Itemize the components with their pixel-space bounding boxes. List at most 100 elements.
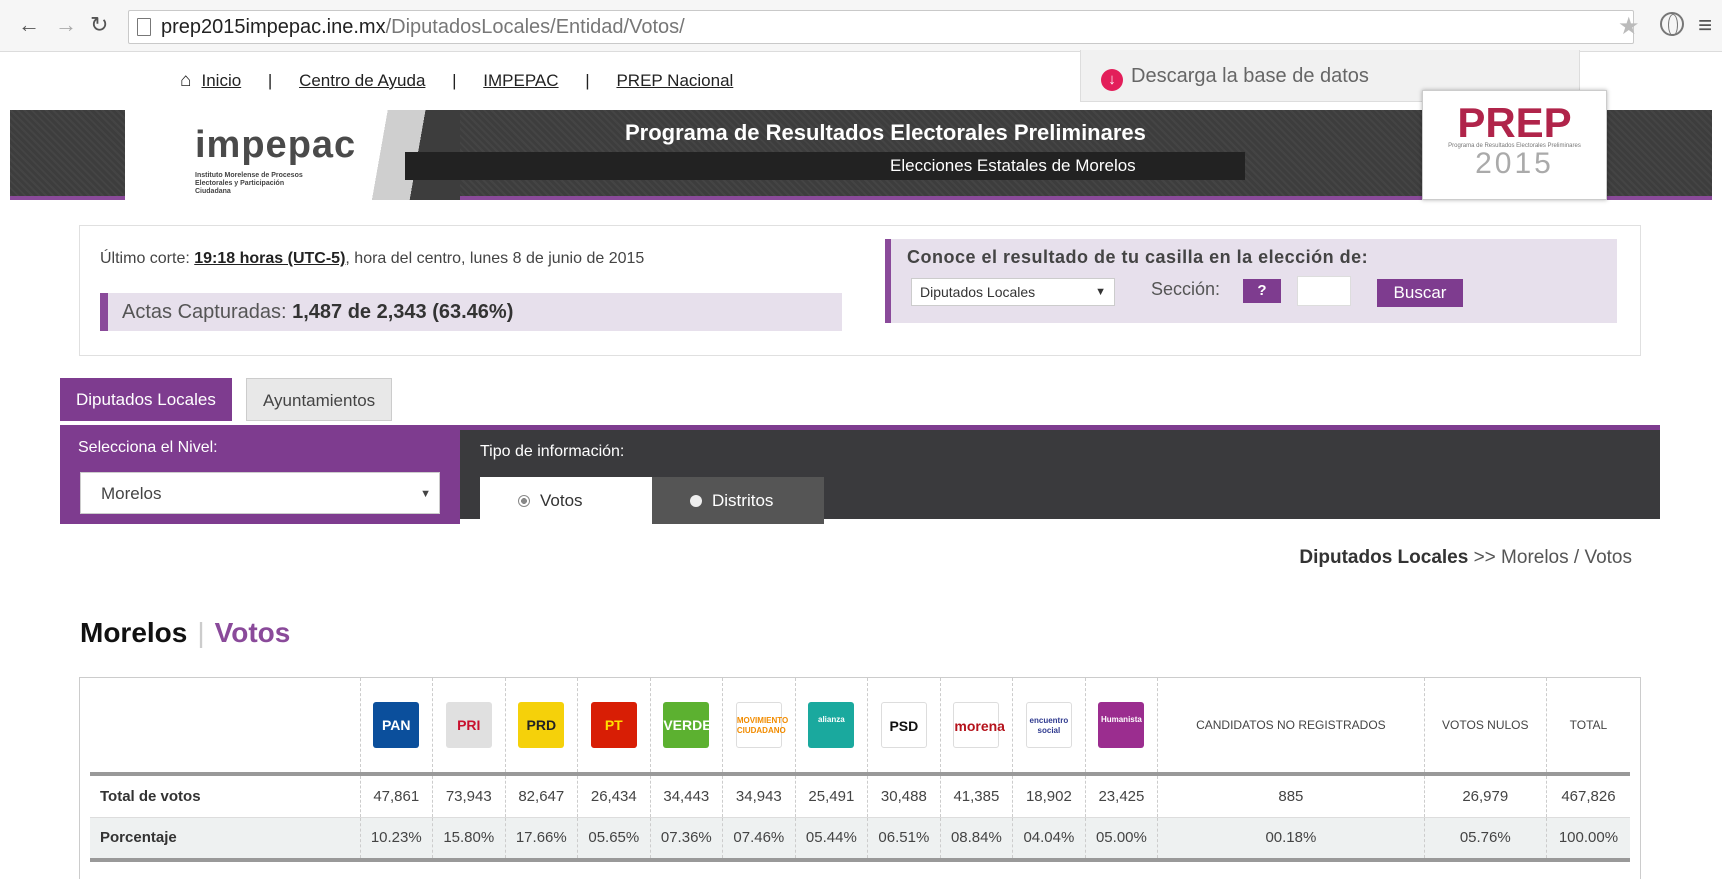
buscar-button[interactable]: Buscar (1377, 279, 1463, 307)
nivel-select[interactable]: Morelos ▼ (80, 472, 440, 514)
table-cell: 05.76% (1423, 817, 1547, 862)
top-links: ⌂ Inicio | Centro de Ayuda | IMPEPAC | PR… (180, 70, 733, 92)
nivel-select-value: Morelos (101, 484, 162, 503)
option-distritos-label: Distritos (712, 491, 774, 510)
link-impepac[interactable]: IMPEPAC (483, 71, 558, 90)
table-cell: 30,488 (867, 774, 941, 818)
table-cell: 41,385 (939, 774, 1013, 818)
party-header: PRD (504, 678, 578, 776)
logo-subtitle: Instituto Morelense de Procesos Electora… (195, 172, 303, 195)
table-cell: 10.23% (359, 817, 433, 862)
table-cell: 885 (1157, 774, 1425, 818)
separator: | (452, 71, 457, 90)
nivel-label: Selecciona el Nivel: (78, 439, 218, 456)
ultimo-corte: Último corte: 19:18 horas (UTC-5), hora … (100, 250, 644, 268)
party-header: alianza (794, 678, 868, 776)
table-cell: 05.44% (794, 817, 868, 862)
breadcrumb-rest: >> Morelos / Votos (1468, 547, 1632, 568)
link-prep-nacional[interactable]: PREP Nacional (616, 71, 733, 90)
globe-icon[interactable] (1660, 12, 1684, 36)
column-header: TOTAL (1545, 678, 1630, 776)
table-cell: 05.65% (577, 817, 651, 862)
option-distritos[interactable]: Distritos (652, 477, 824, 524)
back-icon[interactable]: ← (18, 12, 40, 38)
table-cell: 07.46% (722, 817, 796, 862)
corte-time: 19:18 horas (UTC-5) (194, 250, 346, 267)
casilla-title: Conoce el resultado de tu casilla en la … (907, 247, 1369, 267)
logo-text: impepac (195, 124, 357, 166)
address-bar[interactable]: prep2015impepac.ine.mx/DiputadosLocales/… (128, 10, 1634, 44)
tipo-label: Tipo de información: (480, 443, 625, 460)
table-cell: 05.00% (1084, 817, 1158, 862)
bookmark-star-icon[interactable]: ★ (1618, 12, 1640, 41)
link-centro-ayuda[interactable]: Centro de Ayuda (299, 71, 425, 90)
prep-year: 2015 (1475, 147, 1554, 180)
tab-diputados-locales[interactable]: Diputados Locales (60, 378, 232, 421)
title-sub: Votos (214, 617, 291, 648)
table-cell: 26,979 (1423, 774, 1547, 818)
party-header: PSD (867, 678, 941, 776)
eleccion-select-value: Diputados Locales (920, 284, 1036, 300)
table-cell: 25,491 (794, 774, 868, 818)
eleccion-select[interactable]: Diputados Locales ▼ (911, 278, 1115, 306)
table-row: Total de votos 47,861 73,943 82,647 26,434 34… (90, 774, 1630, 818)
page-icon (137, 18, 151, 36)
breadcrumb-section[interactable]: Diputados Locales (1299, 547, 1468, 568)
row-label: Porcentaje (90, 817, 360, 862)
impepac-logo[interactable]: impepac Instituto Morelense de Procesos … (125, 110, 460, 200)
party-logo-icon: PRD (518, 702, 565, 748)
chevron-down-icon: ▼ (420, 488, 431, 500)
actas-label: Actas Capturadas: (122, 301, 293, 323)
party-logo-icon: VERDE (663, 702, 712, 748)
page-title: Morelos | Votos (80, 617, 290, 649)
table-cell: 82,647 (504, 774, 578, 818)
actas-capturadas: Actas Capturadas: 1,487 de 2,343 (63.46%… (100, 293, 842, 331)
party-logo-icon: encuentro social (1025, 702, 1072, 748)
row-label: Total de votos (90, 774, 360, 818)
party-logo-icon: alianza (808, 702, 855, 748)
empty-header (90, 678, 360, 776)
tab-ayuntamientos[interactable]: Ayuntamientos (246, 378, 393, 421)
radio-selected-icon (518, 495, 530, 507)
table-cell: 06.51% (867, 817, 941, 862)
radio-icon (690, 495, 702, 507)
party-logo-icon: MOVIMIENTO CIUDADANO (735, 702, 788, 748)
url-host: prep2015impepac.ine.mx (161, 16, 386, 38)
browser-toolbar: ← → ↻ prep2015impepac.ine.mx/DiputadosLo… (0, 0, 1722, 52)
party-header: VERDE (649, 678, 723, 776)
party-logo-icon: PT (590, 702, 637, 748)
option-votos[interactable]: Votos (480, 477, 652, 524)
nivel-section: Selecciona el Nivel: Morelos ▼ (60, 430, 460, 524)
banner-subtitle: Elecciones Estatales de Morelos (890, 156, 1136, 175)
table-cell: 34,943 (722, 774, 796, 818)
download-icon: ↓ (1101, 69, 1123, 91)
table-row: Porcentaje 10.23% 15.80% 17.66% 05.65% 07.36%… (90, 817, 1630, 862)
party-header: PT (577, 678, 651, 776)
results-table-container: PAN PRI PRD PT VERDE MOVIMIENTO CIUDADANO alia… (79, 677, 1641, 879)
party-header: encuentro social (1012, 678, 1086, 776)
casilla-search: Conoce el resultado de tu casilla en la … (885, 239, 1617, 323)
link-inicio[interactable]: Inicio (201, 71, 241, 90)
party-header: PRI (432, 678, 506, 776)
menu-icon[interactable]: ≡ (1698, 12, 1712, 40)
seccion-label: Sección: (1151, 279, 1221, 299)
party-logo-icon: PRI (445, 702, 492, 748)
download-label: Descarga la base de datos (1131, 65, 1369, 87)
table-cell: 18,902 (1012, 774, 1086, 818)
results-table: PAN PRI PRD PT VERDE MOVIMIENTO CIUDADANO alia… (90, 678, 1630, 862)
help-button[interactable]: ? (1243, 279, 1281, 303)
table-cell: 04.04% (1012, 817, 1086, 862)
table-cell: 100.00% (1545, 817, 1630, 862)
corte-prefix: Último corte: (100, 250, 195, 267)
prep-word: PREP (1457, 99, 1572, 146)
forward-icon[interactable]: → (55, 12, 77, 38)
table-cell: 47,861 (359, 774, 433, 818)
column-header: CANDIDATOS NO REGISTRADOS (1157, 678, 1425, 776)
seccion-input[interactable] (1297, 276, 1351, 306)
home-icon[interactable]: ⌂ (180, 70, 191, 92)
table-cell: 73,943 (432, 774, 506, 818)
table-cell: 17.66% (504, 817, 578, 862)
reload-icon[interactable]: ↻ (90, 12, 108, 38)
separator: | (585, 71, 590, 90)
title-separator: | (197, 617, 205, 648)
